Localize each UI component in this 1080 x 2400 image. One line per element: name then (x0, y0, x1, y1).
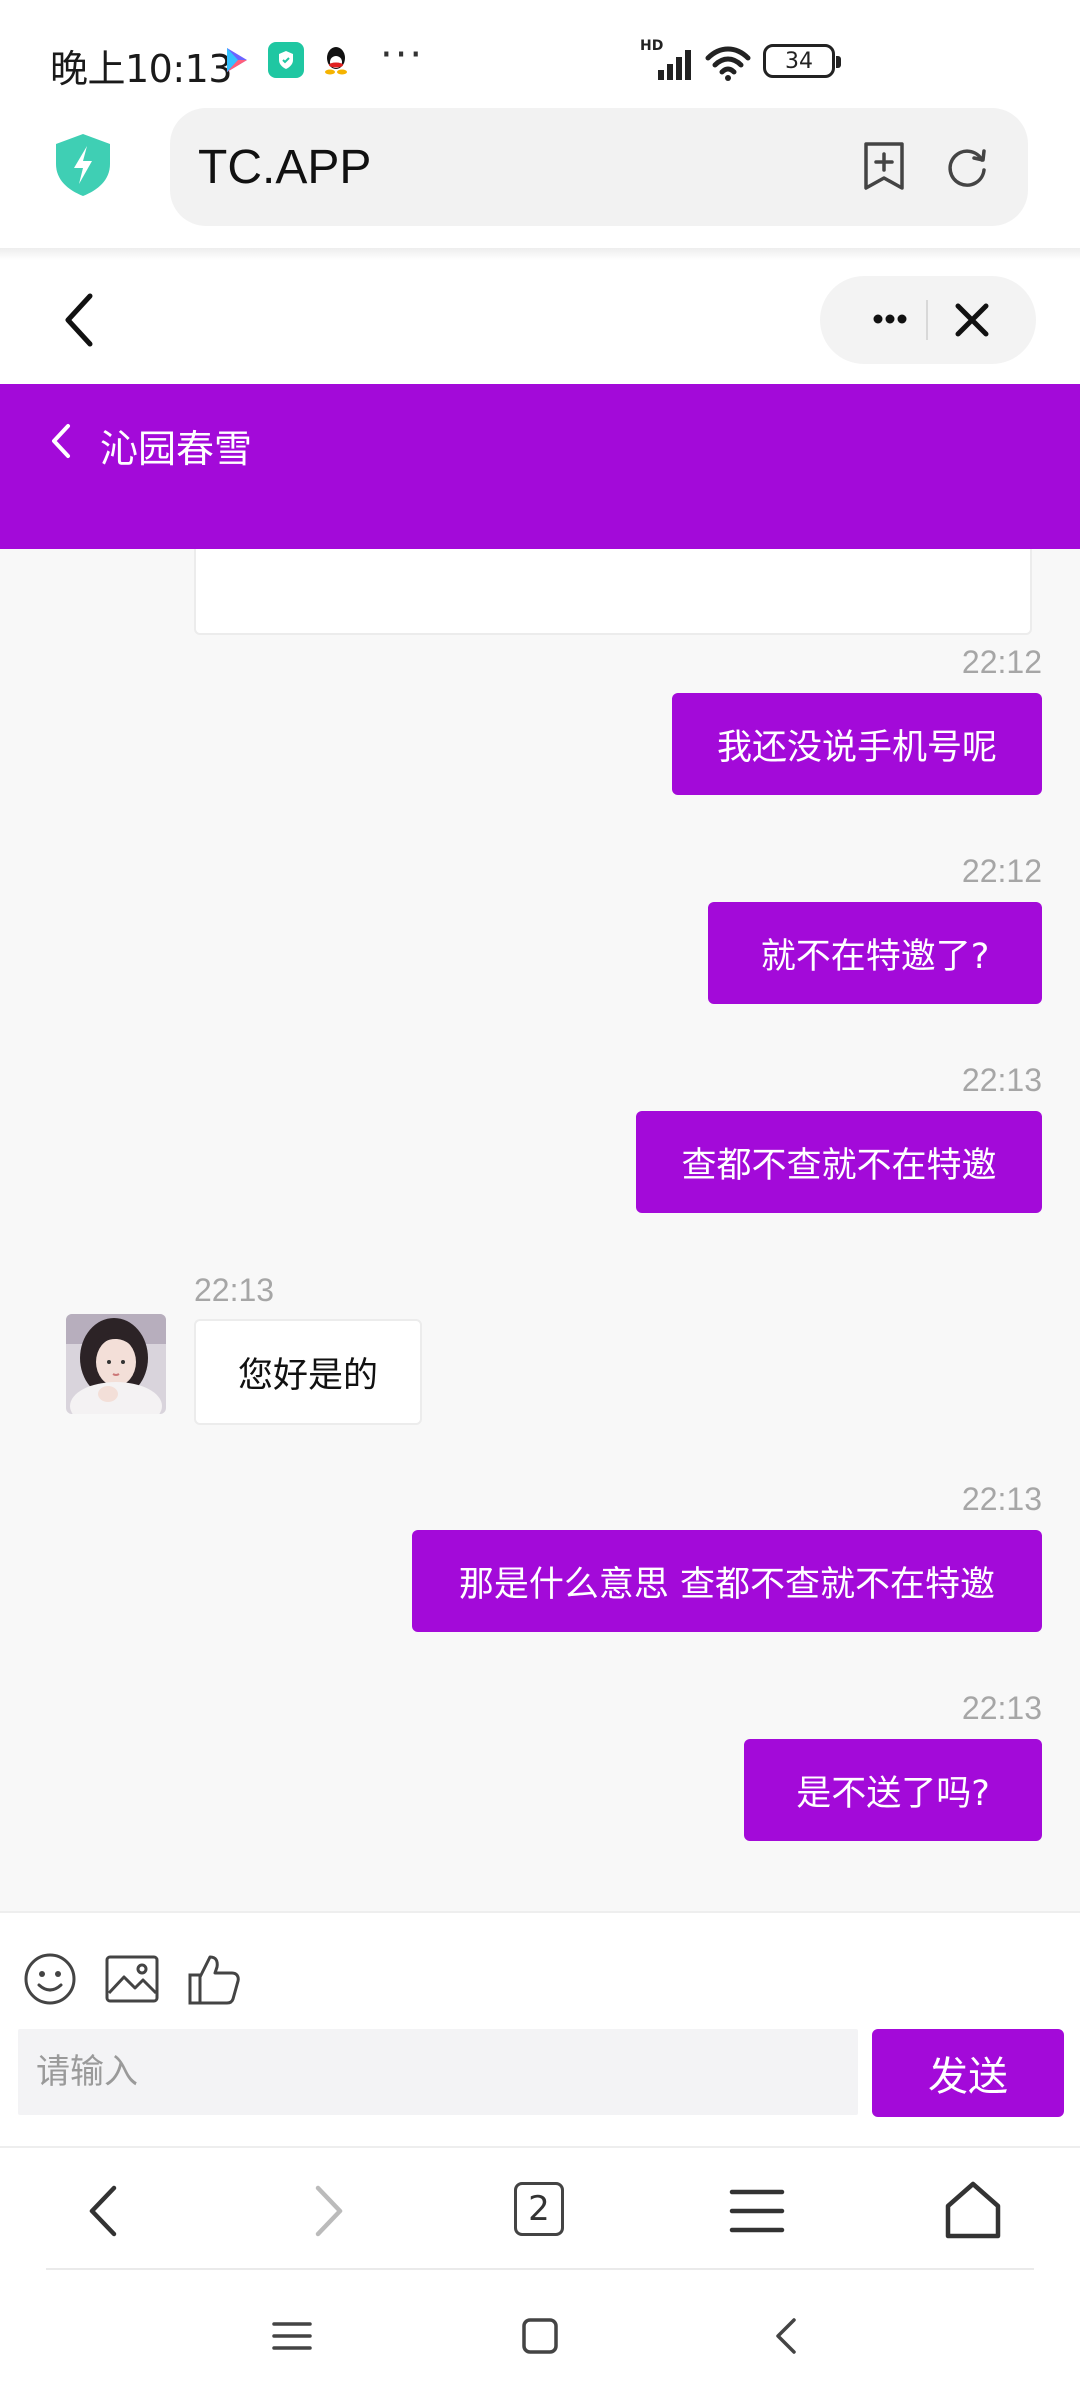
chat-title: 沁园春雪 (100, 427, 253, 471)
system-home-icon[interactable] (516, 2312, 564, 2360)
browser-address-bar: TC.APP (0, 100, 1080, 250)
message-bubble[interactable]: 我还没说手机号呢 (672, 693, 1042, 795)
status-time: 晚上10:13 (50, 47, 233, 91)
thumbs-up-icon[interactable] (186, 1951, 242, 2007)
send-button[interactable]: 发送 (872, 2029, 1064, 2117)
capsule-divider (926, 300, 928, 340)
play-store-icon (218, 42, 254, 78)
divider (46, 2268, 1034, 2270)
qq-icon (318, 42, 354, 78)
message-bubble[interactable]: 查都不查就不在特邀 (636, 1111, 1042, 1213)
avatar[interactable] (66, 1314, 166, 1414)
message-time: 22:13 (961, 1690, 1042, 1726)
system-nav-bar (0, 2272, 1080, 2400)
menu-icon[interactable] (722, 2176, 792, 2246)
message-time: 22:13 (961, 1062, 1042, 1098)
battery-level: 34 (785, 48, 813, 74)
browser-back-icon[interactable] (72, 2176, 142, 2246)
webview-toolbar (0, 260, 1080, 385)
status-bar: 晚上10:13 ··· HD 34 (0, 0, 1080, 100)
image-icon[interactable] (104, 1951, 160, 2007)
url-text: TC.APP (198, 141, 372, 194)
browser-bottom-nav: 2 (0, 2146, 1080, 2270)
message-time: 22:13 (961, 1481, 1042, 1517)
battery-indicator: 34 (763, 44, 841, 78)
forward-icon[interactable] (290, 2176, 360, 2246)
message-time: 22:12 (961, 644, 1042, 680)
message-card-partial (194, 549, 1032, 635)
divider (0, 248, 1080, 260)
home-icon[interactable] (938, 2176, 1008, 2246)
tabs-button[interactable]: 2 (514, 2182, 584, 2252)
shield-icon[interactable] (52, 132, 114, 198)
signal-icon: HD (640, 38, 700, 82)
status-app-icons (218, 42, 354, 78)
emoji-icon[interactable] (22, 1951, 78, 2007)
refresh-icon[interactable] (942, 142, 992, 192)
back-icon[interactable] (60, 290, 100, 350)
chat-header: 沁园春雪 (0, 384, 1080, 549)
more-icon[interactable] (860, 294, 920, 344)
message-list[interactable]: 22:12 我还没说手机号呢 22:12 就不在特邀了? 22:13 查都不查就… (0, 549, 1080, 1911)
composer: 发送 (0, 1911, 1080, 2146)
message-bubble[interactable]: 就不在特邀了? (708, 902, 1042, 1004)
message-time: 22:12 (961, 853, 1042, 889)
url-field[interactable]: TC.APP (170, 108, 1028, 226)
message-bubble[interactable]: 您好是的 (194, 1319, 422, 1425)
mini-program-capsule (820, 276, 1036, 364)
close-icon[interactable] (950, 298, 994, 342)
tab-count: 2 (514, 2182, 564, 2236)
bookmark-add-icon[interactable] (860, 140, 908, 192)
chat-back-icon[interactable] (46, 416, 76, 466)
message-time: 22:13 (194, 1272, 275, 1308)
status-more-icon: ··· (380, 32, 425, 78)
security-app-icon (268, 42, 304, 78)
wifi-icon (704, 44, 752, 82)
message-bubble[interactable]: 那是什么意思 查都不查就不在特邀 (412, 1530, 1042, 1632)
message-bubble[interactable]: 是不送了吗? (744, 1739, 1042, 1841)
message-input-field[interactable] (18, 2029, 858, 2115)
system-back-icon[interactable] (764, 2312, 812, 2360)
message-input[interactable] (18, 2029, 858, 2115)
recents-icon[interactable] (268, 2312, 316, 2360)
